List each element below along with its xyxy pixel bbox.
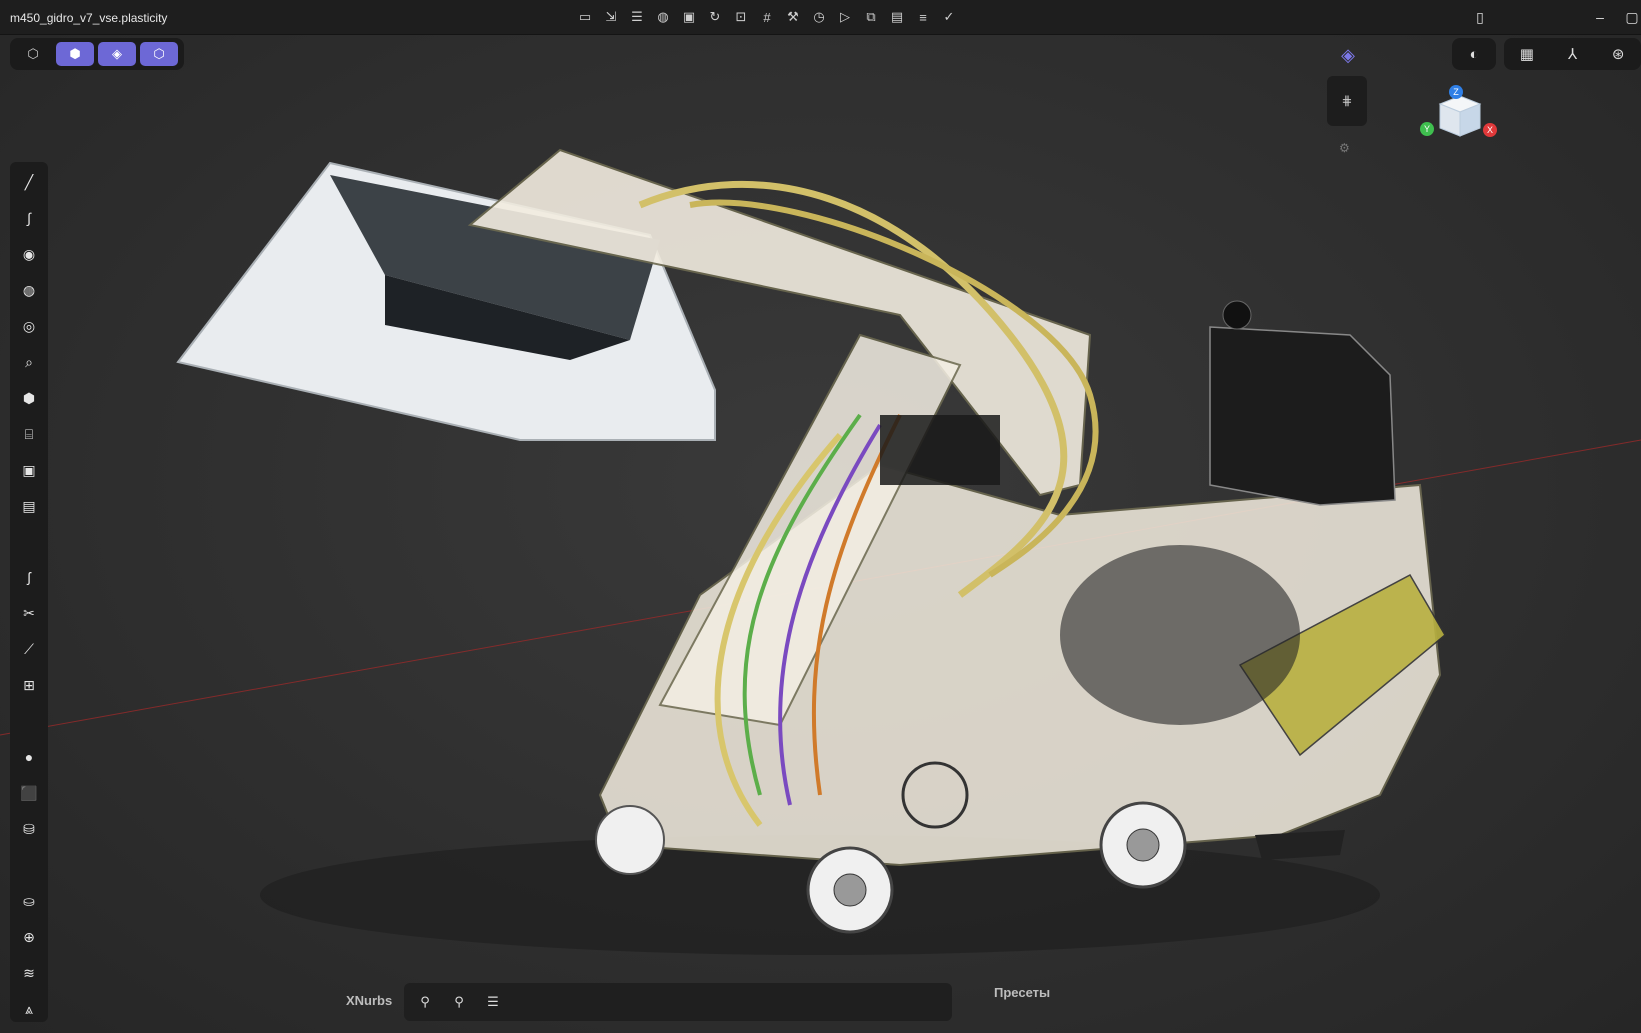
curve-tool-icon[interactable]: ∫ — [10, 206, 48, 230]
globe-icon[interactable]: ◍ — [654, 8, 672, 26]
tank-cap — [1222, 300, 1252, 330]
square-tool-icon[interactable]: ▣ — [10, 458, 48, 482]
sidebar-toggle-icon[interactable]: ▯ — [1470, 8, 1490, 26]
list-stack-icon[interactable]: ☰ — [482, 992, 504, 1012]
sweep-tool-icon[interactable]: ≋ — [10, 961, 48, 985]
render-mode-icon[interactable]: ◐ — [1459, 42, 1489, 66]
line-tool-icon[interactable]: ╱ — [10, 170, 48, 194]
transform-tool-icon[interactable]: ⊞ — [10, 673, 48, 697]
viewport-3d[interactable] — [0, 35, 1641, 1033]
import-icon[interactable]: ⇲ — [602, 8, 620, 26]
sphere-primitive-icon[interactable]: ● — [10, 745, 48, 769]
engine-block — [1060, 545, 1300, 725]
save-icon[interactable]: ▣ — [680, 8, 698, 26]
clock-icon[interactable]: ◷ — [810, 8, 828, 26]
z-axis-label: Z — [1453, 87, 1459, 97]
lock-icon[interactable]: ⊡ — [732, 8, 750, 26]
maximize-icon[interactable]: ▢ — [1622, 8, 1641, 26]
presentation-icon[interactable]: ⧉ — [862, 8, 880, 26]
x-axis-label: X — [1487, 125, 1493, 135]
snap-alt-icon[interactable]: ⚲ — [448, 992, 470, 1012]
hub-front-right — [1126, 828, 1160, 862]
tools-icon[interactable]: ⚒ — [784, 8, 802, 26]
y-axis-label: Y — [1424, 124, 1430, 134]
layers-icon[interactable]: ☰ — [628, 8, 646, 26]
object-mode-icon[interactable]: ⬡ — [14, 42, 52, 66]
solid-mode-icon[interactable]: ⬡ — [140, 42, 178, 66]
file-name: m450_gidro_v7_vse.plasticity — [10, 11, 168, 25]
spline-tool-icon[interactable]: ʃ — [10, 565, 48, 589]
gear-icon[interactable]: ⚙ — [1339, 141, 1350, 155]
grid-icon[interactable]: # — [758, 8, 776, 26]
left-toolbar: ╱ ∫ ◉ ◍ ◎ ⌕ ⬢ ⌸ ▣ ▤ ʃ ✂ ⟋ ⊞ ● ⬛ ⛁ ⛀ ⊕ ≋ … — [10, 162, 48, 1022]
view-buttons-group: ▦ ⅄ ⊛ — [1504, 38, 1641, 70]
snap-icon[interactable]: ⚲ — [414, 992, 436, 1012]
bottom-toolbar: ⚲ ⚲ ☰ — [404, 983, 952, 1021]
list-icon[interactable]: ≡ — [914, 8, 932, 26]
play-icon[interactable]: ▷ — [836, 8, 854, 26]
fillet-tool-icon[interactable]: ⛀ — [10, 889, 48, 913]
settings-panel-button[interactable]: ⋕ — [1327, 76, 1367, 126]
sphere-tool-icon[interactable]: ◍ — [10, 278, 48, 302]
magnify-tool-icon[interactable]: ⌕ — [10, 350, 48, 374]
boolean-tool-icon[interactable]: ⊕ — [10, 925, 48, 949]
counterweight — [1255, 830, 1345, 860]
cylinder-primitive-icon[interactable]: ⛁ — [10, 817, 48, 841]
image-icon[interactable]: ▤ — [888, 8, 906, 26]
fuel-tank — [1209, 326, 1396, 506]
title-bar: m450_gidro_v7_vse.plasticity ▭ ⇲ ☰ ◍ ▣ ↻… — [0, 0, 1641, 35]
trim-tool-icon[interactable]: ✂ — [10, 601, 48, 625]
check-icon[interactable]: ✓ — [940, 8, 958, 26]
circle-tool-icon[interactable]: ◉ — [10, 242, 48, 266]
hub-front-left — [833, 873, 867, 907]
polygon-tool-icon[interactable]: ⬢ — [10, 386, 48, 410]
scene-render — [0, 148, 1641, 955]
sliders-icon: ⋕ — [1341, 93, 1353, 108]
vertex-mode-icon[interactable]: ⬢ — [56, 42, 94, 66]
render-toggle-group: ◐ — [1452, 38, 1496, 70]
valve-block — [880, 415, 1000, 485]
arc-tool-icon[interactable]: ◎ — [10, 314, 48, 338]
grid-view-icon[interactable]: ▦ — [1512, 42, 1542, 66]
wheel-rear-left — [595, 805, 665, 875]
view-cube[interactable]: Z Y X — [1410, 84, 1500, 154]
folder-icon[interactable]: ▭ — [576, 8, 594, 26]
box-primitive-icon[interactable]: ⬛ — [10, 781, 48, 805]
presets-label[interactable]: Пресеты — [994, 985, 1050, 1000]
layers-stack-icon[interactable]: ◈ — [1337, 44, 1359, 66]
rectangle-tool-icon[interactable]: ▤ — [10, 494, 48, 518]
cylinder-tool-icon[interactable]: ⌸ — [10, 422, 48, 446]
top-toolbar: ▭ ⇲ ☰ ◍ ▣ ↻ ⊡ # ⚒ ◷ ▷ ⧉ ▤ ≡ ✓ — [576, 8, 958, 26]
brush-tool-icon[interactable]: ⟋ — [10, 637, 48, 661]
xnurbs-label[interactable]: XNurbs — [346, 993, 392, 1008]
selection-mode-group: ⬡ ⬢ ◈ ⬡ — [10, 38, 184, 70]
face-mode-icon[interactable]: ◈ — [98, 42, 136, 66]
loft-tool-icon[interactable]: ⩓ — [10, 997, 48, 1021]
snap-view-icon[interactable]: ⊛ — [1603, 42, 1633, 66]
minimize-icon[interactable]: – — [1590, 8, 1610, 26]
refresh-icon[interactable]: ↻ — [706, 8, 724, 26]
axes-view-icon[interactable]: ⅄ — [1557, 42, 1587, 66]
